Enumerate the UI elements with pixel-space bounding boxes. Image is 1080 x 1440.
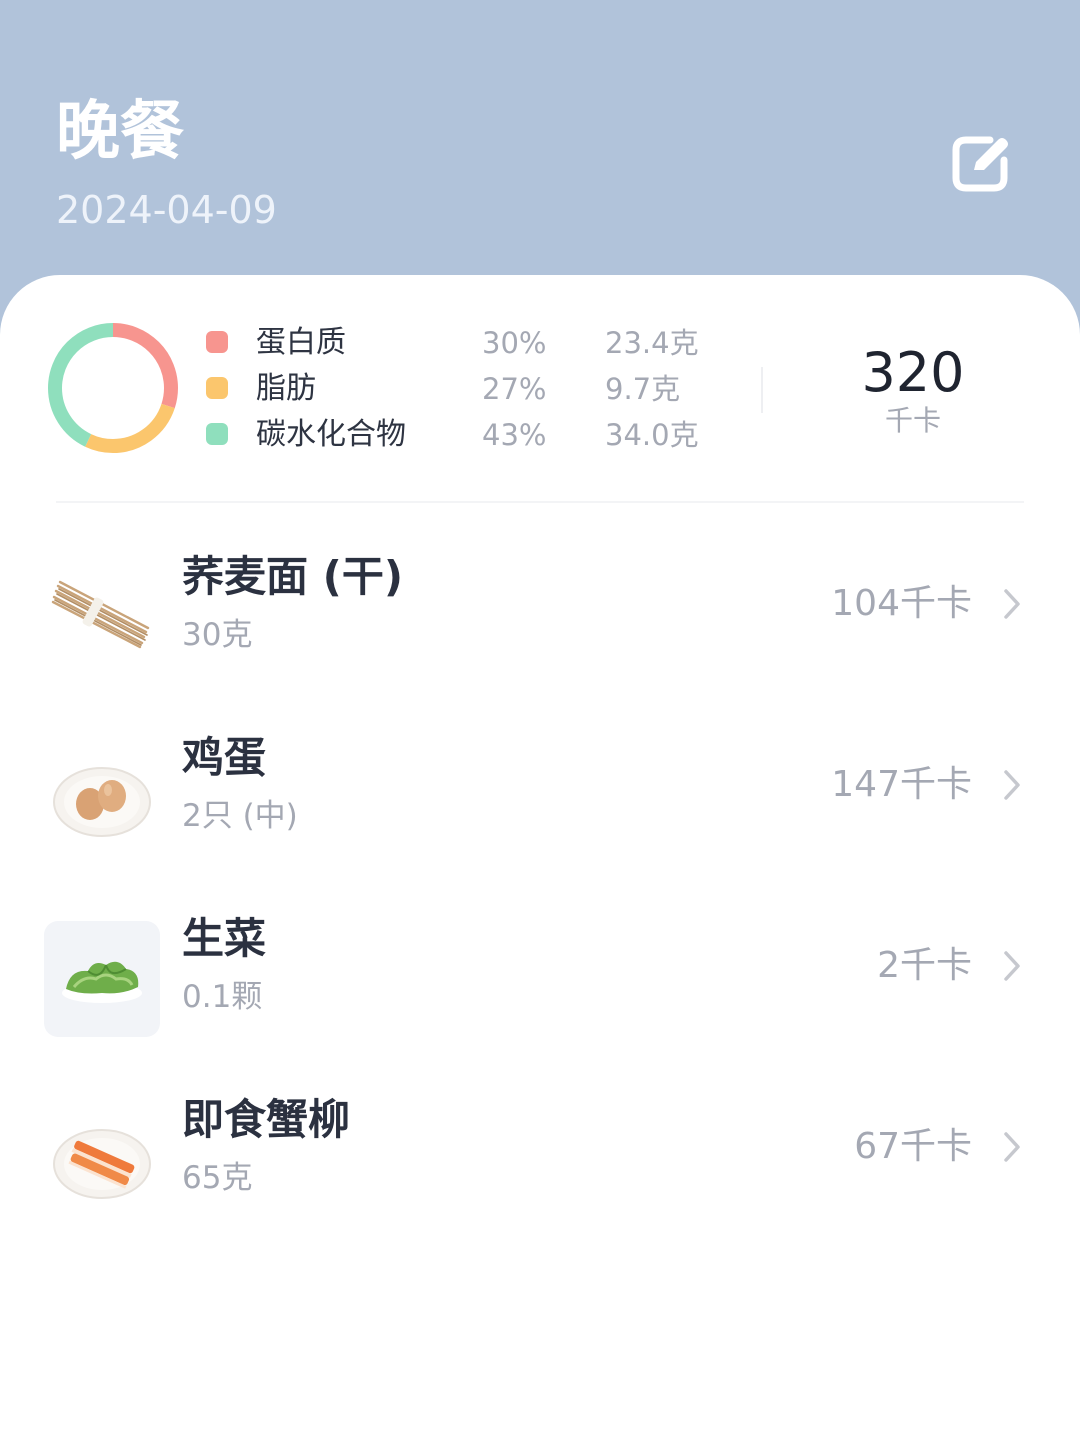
macro-percent: 30% — [482, 326, 547, 360]
macro-amount: 9.7克 — [605, 372, 681, 406]
macro-name: 碳水化合物 — [256, 417, 406, 452]
summary-divider — [761, 367, 763, 413]
macro-row-carbs: 碳水化合物 43% 34.0克 — [0, 412, 760, 458]
chevron-right-icon — [1004, 770, 1020, 800]
noodles-icon — [51, 580, 150, 649]
food-name: 即食蟹柳 — [182, 1095, 351, 1144]
lettuce-icon — [44, 921, 160, 1037]
macro-percent: 27% — [482, 372, 547, 406]
macro-name: 蛋白质 — [256, 325, 346, 360]
carbs-color-dot — [206, 423, 228, 445]
food-quantity: 2只 (中) — [182, 798, 298, 834]
meal-title: 晚餐 — [56, 95, 184, 169]
macro-name: 脂肪 — [256, 371, 316, 406]
food-item[interactable]: 即食蟹柳 65克 67千卡 — [0, 1095, 1080, 1281]
food-calories: 147千卡 — [831, 764, 972, 805]
header: 晚餐 2024-04-09 — [0, 0, 1080, 300]
food-item[interactable]: 鸡蛋 2只 (中) 147千卡 — [0, 733, 1080, 919]
total-calories-unit: 千卡 — [884, 404, 941, 437]
protein-color-dot — [206, 331, 228, 353]
edit-button[interactable] — [946, 126, 1018, 198]
chevron-right-icon — [1004, 951, 1020, 981]
macro-percent: 43% — [482, 418, 547, 452]
food-item[interactable]: 生菜 0.1颗 2千卡 — [0, 914, 1080, 1100]
macro-row-fat: 脂肪 27% 9.7克 — [0, 366, 760, 412]
food-item[interactable]: 荞麦面 (干) 30克 104千卡 — [0, 552, 1080, 738]
meal-date: 2024-04-09 — [56, 188, 277, 232]
macro-amount: 34.0克 — [605, 418, 699, 452]
total-calories: 320 — [861, 341, 965, 404]
food-quantity: 30克 — [182, 617, 253, 653]
food-quantity: 65克 — [182, 1160, 253, 1196]
edit-icon — [952, 136, 1008, 192]
food-name: 鸡蛋 — [182, 733, 267, 782]
macro-amount: 23.4克 — [605, 326, 699, 360]
food-calories: 67千卡 — [854, 1126, 972, 1167]
section-divider — [56, 501, 1024, 503]
food-calories: 2千卡 — [877, 945, 972, 986]
food-quantity: 0.1颗 — [182, 979, 263, 1015]
food-name: 荞麦面 (干) — [182, 552, 404, 601]
chevron-right-icon — [1004, 589, 1020, 619]
nutrition-summary: 蛋白质 30% 23.4克 脂肪 27% 9.7克 碳水化合物 43% 34.0… — [0, 275, 1080, 503]
crab-stick-icon — [53, 1129, 151, 1199]
food-calories: 104千卡 — [831, 583, 972, 624]
food-name: 生菜 — [182, 914, 267, 963]
fat-color-dot — [206, 377, 228, 399]
eggs-icon — [53, 767, 151, 837]
chevron-right-icon — [1004, 1132, 1020, 1162]
macro-row-protein: 蛋白质 30% 23.4克 — [0, 320, 760, 366]
meal-card: 蛋白质 30% 23.4克 脂肪 27% 9.7克 碳水化合物 43% 34.0… — [0, 275, 1080, 1440]
